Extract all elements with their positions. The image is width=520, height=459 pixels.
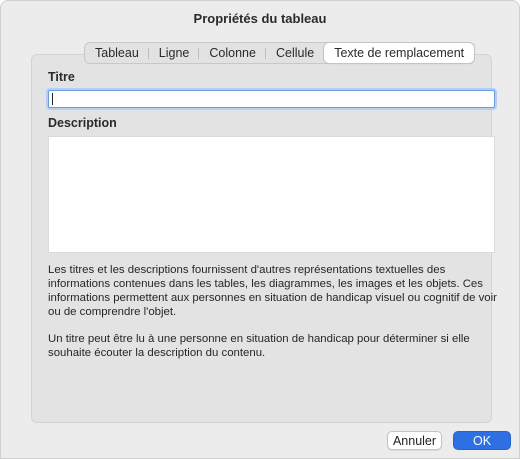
text-caret [52, 93, 53, 105]
cancel-button[interactable]: Annuler [387, 431, 442, 450]
tab-tableau[interactable]: Tableau [85, 43, 149, 63]
ok-button[interactable]: OK [453, 431, 511, 450]
title-input[interactable] [48, 90, 495, 108]
tab-ligne[interactable]: Ligne [149, 43, 200, 63]
tab-colonne[interactable]: Colonne [199, 43, 266, 63]
description-label: Description [48, 116, 117, 130]
help-text-paragraph-1: Les titres et les descriptions fournisse… [48, 264, 497, 318]
tab-bar: Tableau Ligne Colonne Cellule Texte de r… [84, 42, 476, 64]
dialog-title: Propriétés du tableau [193, 10, 327, 26]
titlebar: Propriétés du tableau [1, 1, 519, 35]
table-properties-dialog: Propriétés du tableau Tableau Ligne Colo… [0, 0, 520, 459]
title-label: Titre [48, 70, 75, 84]
tab-texte-de-remplacement[interactable]: Texte de remplacement [324, 43, 475, 63]
tab-cellule[interactable]: Cellule [266, 43, 324, 63]
help-text-paragraph-2: Un titre peut être lu à une personne en … [48, 333, 470, 359]
description-textarea[interactable] [48, 136, 495, 253]
